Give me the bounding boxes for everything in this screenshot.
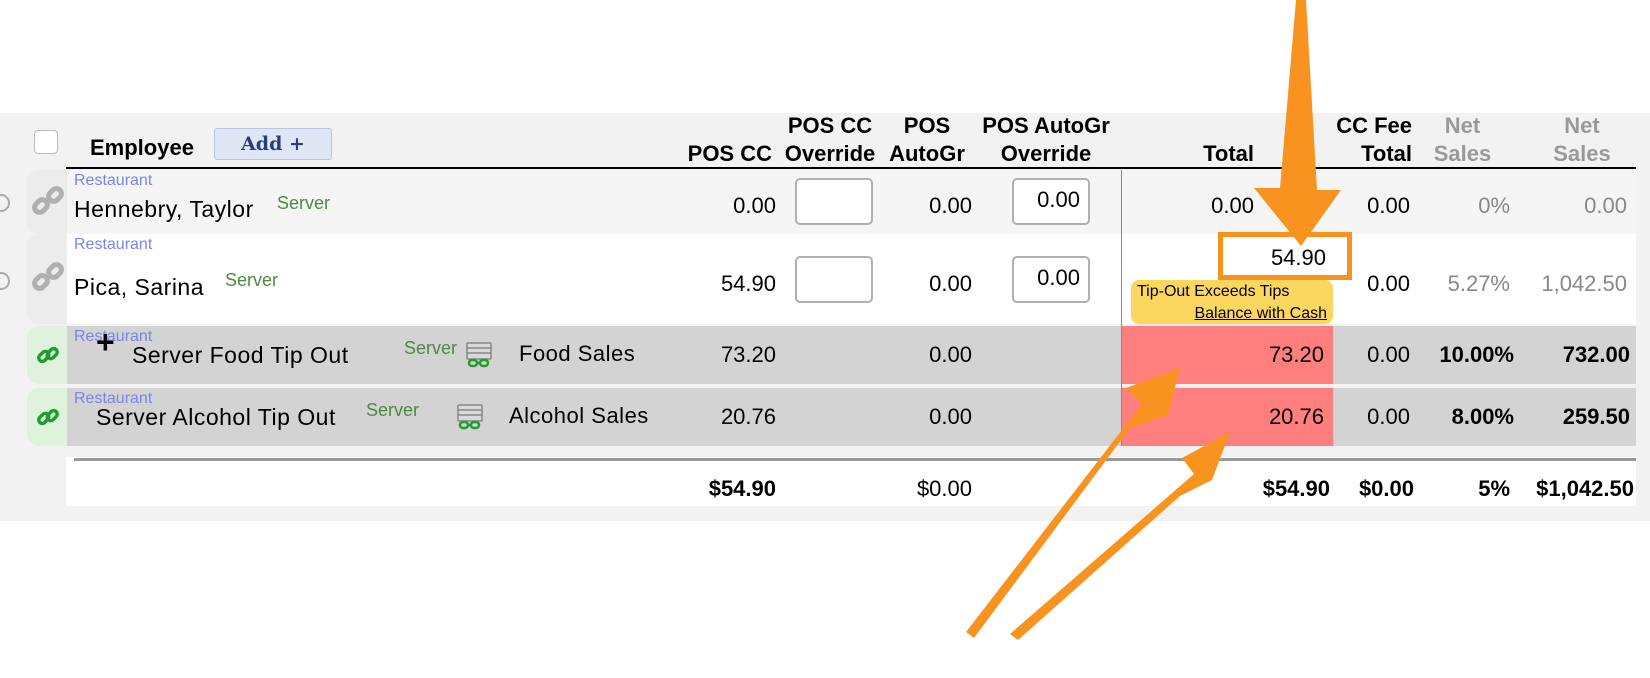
header-employee[interactable]: Employee bbox=[90, 134, 194, 161]
header-cc-fee-2[interactable]: Total bbox=[1320, 140, 1412, 167]
pos-cc-value: 73.20 bbox=[720, 342, 776, 367]
total-cc-fee: $0.00 bbox=[1358, 476, 1414, 501]
money-stack-icon bbox=[457, 404, 483, 430]
link-cell[interactable] bbox=[27, 170, 67, 234]
total-net-sales: $1,042.50 bbox=[1536, 476, 1634, 501]
header-pos-autogr-2[interactable]: AutoGr bbox=[883, 140, 971, 167]
header-pos-autogr-1[interactable]: POS bbox=[883, 112, 971, 139]
pos-autogr-value: 0.00 bbox=[929, 342, 972, 367]
total-value: 0.00 bbox=[1211, 193, 1254, 218]
employee-name[interactable]: Pica, Sarina bbox=[74, 274, 204, 301]
total-pos-cc: $54.90 bbox=[708, 476, 776, 501]
link-chain-icon[interactable] bbox=[34, 403, 62, 431]
header-pos-autogr-override-1[interactable]: POS AutoGr bbox=[975, 112, 1117, 139]
total-value: 20.76 bbox=[1268, 404, 1324, 429]
employee-role: Server bbox=[277, 193, 331, 213]
pos-autogr-override-input[interactable]: 0.00 bbox=[1012, 178, 1090, 225]
tipout-role: Server bbox=[404, 338, 458, 358]
link-cell[interactable] bbox=[27, 388, 67, 446]
total-total: $54.90 bbox=[1262, 476, 1330, 501]
location-label: Restaurant bbox=[74, 172, 153, 189]
total-value: 73.20 bbox=[1268, 342, 1324, 367]
header-divider bbox=[66, 167, 1636, 169]
employee-role: Server bbox=[225, 270, 279, 290]
pos-cc-override-input[interactable] bbox=[795, 256, 873, 303]
header-total[interactable]: Total bbox=[1150, 140, 1254, 167]
header-pos-cc-override-2[interactable]: Override bbox=[778, 140, 882, 167]
location-label: Restaurant bbox=[74, 236, 153, 253]
tipout-warning-badge[interactable]: Tip-Out Exceeds Tips Balance with Cash bbox=[1131, 280, 1333, 324]
plus-icon[interactable]: + bbox=[96, 326, 115, 358]
money-stack-icon bbox=[466, 342, 492, 368]
total-column-separator bbox=[1121, 170, 1122, 446]
warning-text: Tip-Out Exceeds Tips bbox=[1137, 283, 1290, 300]
net-sales-value: 732.00 bbox=[1562, 342, 1630, 367]
link-cell[interactable] bbox=[27, 326, 67, 384]
cc-fee-total-value: 0.00 bbox=[1367, 342, 1410, 367]
net-sales-pct-value: 0% bbox=[1478, 193, 1510, 218]
header-pos-autogr-override-2[interactable]: Override bbox=[975, 140, 1117, 167]
cc-fee-total-value: 0.00 bbox=[1367, 271, 1410, 296]
header-pos-cc[interactable]: POS CC bbox=[672, 140, 772, 167]
cc-fee-total-value: 0.00 bbox=[1367, 193, 1410, 218]
cc-fee-total-value: 0.00 bbox=[1367, 404, 1410, 429]
net-sales-pct-value: 5.27% bbox=[1447, 271, 1510, 296]
pos-cc-override-input[interactable] bbox=[795, 178, 873, 225]
pos-autogr-override-input[interactable]: 0.00 bbox=[1012, 256, 1090, 303]
add-employee-button[interactable]: Add + bbox=[214, 128, 332, 160]
pos-cc-value: 54.90 bbox=[720, 271, 776, 296]
balance-with-cash-link[interactable]: Balance with Cash bbox=[1194, 303, 1327, 324]
link-chain-icon[interactable] bbox=[34, 341, 62, 369]
employee-name[interactable]: Hennebry, Taylor bbox=[74, 196, 254, 223]
header-net-sales-2[interactable]: Sales bbox=[1536, 140, 1628, 167]
header-net-sales-1[interactable]: Net bbox=[1536, 112, 1628, 139]
totals-divider bbox=[74, 458, 1636, 461]
pos-autogr-value: 0.00 bbox=[929, 404, 972, 429]
net-sales-pct-value: 8.00% bbox=[1451, 404, 1514, 429]
pos-autogr-value: 0.00 bbox=[929, 193, 972, 218]
link-cell[interactable] bbox=[27, 234, 67, 324]
header-net-sales-pct-1[interactable]: Net bbox=[1420, 112, 1505, 139]
total-pos-autogr: $0.00 bbox=[916, 476, 972, 501]
net-sales-value: 259.50 bbox=[1562, 404, 1630, 429]
tipout-name[interactable]: Server Food Tip Out bbox=[132, 342, 349, 369]
select-all-checkbox[interactable] bbox=[34, 130, 58, 154]
total-net-sales-pct: 5% bbox=[1478, 476, 1510, 501]
header-pos-cc-override-1[interactable]: POS CC bbox=[778, 112, 882, 139]
sales-category: Food Sales bbox=[519, 341, 636, 366]
pos-autogr-value: 0.00 bbox=[929, 271, 972, 296]
sales-category: Alcohol Sales bbox=[509, 403, 649, 428]
header-net-sales-pct-2[interactable]: Sales bbox=[1420, 140, 1505, 167]
pos-cc-value: 20.76 bbox=[720, 404, 776, 429]
tipout-role: Server bbox=[366, 400, 420, 420]
net-sales-value: 1,042.50 bbox=[1541, 271, 1627, 296]
net-sales-value: 0.00 bbox=[1584, 193, 1627, 218]
pos-cc-value: 0.00 bbox=[733, 193, 776, 218]
total-value: 54.90 bbox=[1270, 245, 1326, 270]
tipout-name[interactable]: Server Alcohol Tip Out bbox=[96, 404, 336, 431]
header-cc-fee-1[interactable]: CC Fee bbox=[1320, 112, 1412, 139]
unlink-chain-icon[interactable] bbox=[29, 182, 69, 222]
net-sales-pct-value: 10.00% bbox=[1439, 342, 1514, 367]
unlink-chain-icon[interactable] bbox=[29, 258, 69, 298]
